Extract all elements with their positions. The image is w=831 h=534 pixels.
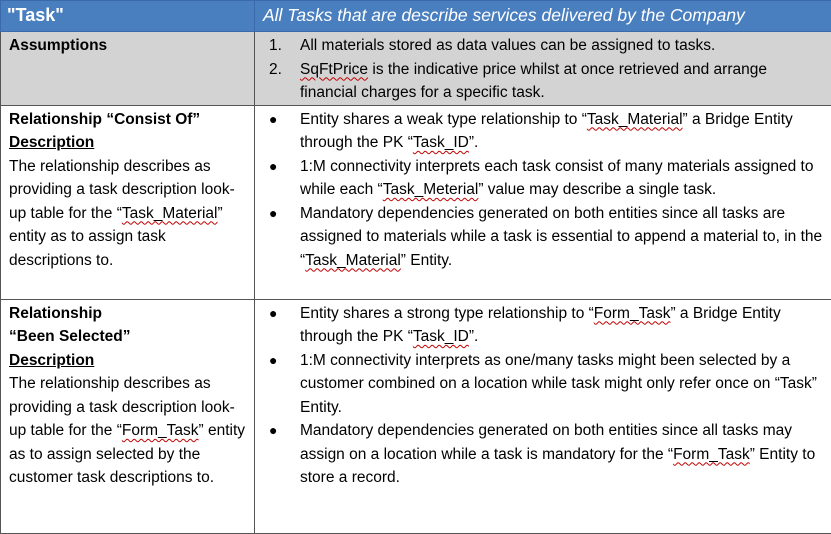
bullet-icon: ● (269, 108, 277, 132)
relationship-consist-of-bullets-cell: ● Entity shares a weak type relationship… (255, 105, 831, 299)
relationship-title: Relationship “Consist Of” (9, 108, 250, 132)
assumptions-label-cell: Assumptions (1, 32, 255, 106)
relationship-title: Relationship (9, 302, 250, 326)
assumptions-label: Assumptions (9, 37, 107, 54)
entity-name-header: "Task" (1, 1, 255, 32)
relationship-been-selected-label-cell: Relationship “Been Selected” Description… (1, 299, 255, 533)
relationship-been-selected-row: Relationship “Been Selected” Description… (1, 299, 831, 533)
relationship-title-line2: “Been Selected” (9, 325, 250, 349)
relationship-consist-of-label-cell: Relationship “Consist Of” Description Th… (1, 105, 255, 299)
assumptions-row: Assumptions 1. All materials stored as d… (1, 32, 831, 106)
description-heading: Description (9, 349, 250, 373)
list-item: 1. All materials stored as data values c… (255, 34, 825, 58)
bullet-list: ● Entity shares a weak type relationship… (255, 108, 825, 273)
list-item: 2. SqFtPrice is the indicative price whi… (255, 58, 825, 105)
relationship-description: The relationship describes as providing … (9, 155, 250, 273)
relationship-been-selected-bullets-cell: ● Entity shares a strong type relationsh… (255, 299, 831, 533)
table-header-row: "Task" All Tasks that are describe servi… (1, 1, 831, 32)
relationship-description: The relationship describes as providing … (9, 372, 250, 490)
list-item: ● 1:M connectivity interprets each task … (255, 155, 825, 202)
bullet-list: ● Entity shares a strong type relationsh… (255, 302, 825, 490)
list-item: ● Entity shares a strong type relationsh… (255, 302, 825, 349)
list-item: ● Mandatory dependencies generated on bo… (255, 419, 825, 490)
list-item: ● 1:M connectivity interprets as one/man… (255, 349, 825, 420)
bullet-icon: ● (269, 419, 277, 443)
description-heading: Description (9, 131, 250, 155)
list-item: ● Mandatory dependencies generated on bo… (255, 202, 825, 273)
bullet-icon: ● (269, 349, 277, 373)
assumptions-list-cell: 1. All materials stored as data values c… (255, 32, 831, 106)
entity-description-table: "Task" All Tasks that are describe servi… (0, 0, 831, 534)
bullet-icon: ● (269, 202, 277, 226)
bullet-icon: ● (269, 302, 277, 326)
bullet-icon: ● (269, 155, 277, 179)
list-item: ● Entity shares a weak type relationship… (255, 108, 825, 155)
relationship-consist-of-row: Relationship “Consist Of” Description Th… (1, 105, 831, 299)
entity-summary-header: All Tasks that are describe services del… (255, 1, 831, 32)
assumptions-list: 1. All materials stored as data values c… (255, 34, 825, 105)
